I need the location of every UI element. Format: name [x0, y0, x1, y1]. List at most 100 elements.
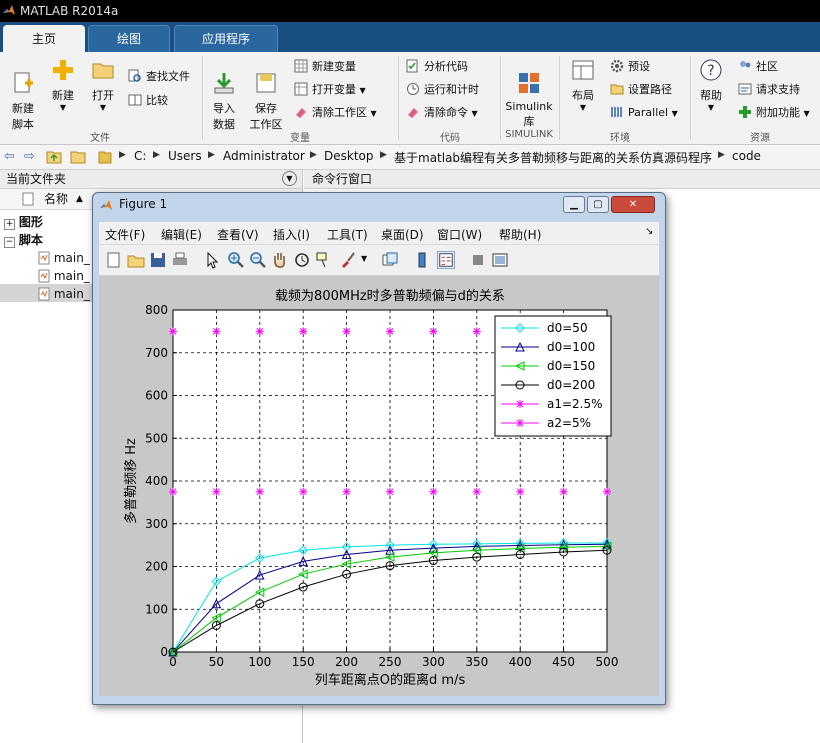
menu-insert[interactable]: 插入(I)	[273, 226, 310, 243]
layout-button[interactable]: 布局 ▼	[566, 58, 600, 112]
analyze-code-button[interactable]: 分析代码	[406, 58, 468, 76]
data-point	[386, 487, 394, 496]
legend[interactable]: d0=50 d0=100 d0=150 d0=200 a1=2.5% a2=5%	[494, 315, 612, 437]
help-button[interactable]: ? 帮助 ▼	[696, 58, 726, 112]
plus-icon	[53, 60, 73, 80]
simulink-library-button[interactable]: Simulink 库	[504, 58, 554, 129]
ribbon: 新建 脚本 新建 ▼ 打开 ▼ 查找文件 比较 文件 导入 数据 保存 工作区 新建…	[0, 52, 820, 145]
legend-icon[interactable]	[437, 251, 455, 269]
run-time-button[interactable]: 运行和计时	[406, 81, 479, 99]
new-figure-icon[interactable]	[105, 251, 123, 269]
new-script-button[interactable]: 新建 脚本	[6, 58, 40, 132]
path-segment[interactable]: 基于matlab编程有关多普勒频移与距离的关系仿真源码程序	[394, 149, 712, 166]
find-files-button[interactable]: 查找文件	[128, 68, 190, 86]
request-support-button[interactable]: 请求支持	[738, 81, 800, 99]
collapse-icon[interactable]: −	[4, 237, 15, 248]
up-folder-icon[interactable]	[46, 149, 62, 164]
menu-desktop[interactable]: 桌面(D)	[381, 226, 424, 243]
set-path-button[interactable]: 设置路径	[610, 81, 672, 99]
brush-icon[interactable]	[339, 251, 357, 269]
group-label-file: 文件	[90, 133, 110, 144]
dock-arrow-icon[interactable]: ↘	[645, 226, 653, 237]
show-plot-tools-icon[interactable]	[491, 251, 509, 269]
brush-dropdown-icon[interactable]: ▼	[361, 254, 367, 263]
compare-icon	[128, 94, 142, 106]
tree-group-label: 图形	[18, 215, 43, 229]
parallel-button[interactable]: Parallel ▼	[610, 104, 678, 122]
list-item[interactable]: main_	[38, 268, 90, 284]
group-label-simulink: SIMULINK	[505, 129, 553, 140]
path-segment[interactable]: Users	[168, 149, 202, 163]
grid-icon	[294, 82, 308, 96]
line-chart[interactable]: 0 50 100 150 200 250 300 350 400 450 500 0 100 200 30…	[99, 276, 659, 696]
new-button[interactable]: 新建 ▼	[46, 58, 80, 112]
tree-group-figures[interactable]: + 图形	[4, 214, 43, 230]
data-point	[212, 487, 221, 496]
open-button[interactable]: 打开 ▼	[86, 58, 120, 112]
menu-view[interactable]: 查看(V)	[217, 226, 259, 243]
close-button[interactable]: ✕	[611, 196, 655, 213]
save-workspace-button[interactable]: 保存 工作区	[246, 58, 286, 132]
menu-help[interactable]: 帮助(H)	[499, 226, 541, 243]
preferences-button[interactable]: 预设	[610, 58, 650, 76]
path-segment[interactable]: C:	[134, 149, 146, 163]
minimize-button[interactable]: ▁	[563, 196, 585, 213]
link-plot-icon[interactable]	[381, 251, 399, 269]
path-segment[interactable]: code	[732, 149, 761, 163]
forward-icon[interactable]: ⇨	[24, 149, 35, 164]
clear-workspace-button[interactable]: 清除工作区 ▼	[294, 104, 377, 122]
tab-plots[interactable]: 绘图	[88, 25, 170, 52]
print-icon[interactable]	[171, 251, 189, 269]
tree-group-scripts[interactable]: − 脚本	[4, 232, 43, 248]
menu-file[interactable]: 文件(F)	[105, 226, 145, 243]
maximize-button[interactable]: ▢	[587, 196, 609, 213]
browse-folder-icon[interactable]	[70, 149, 86, 164]
path-segment[interactable]: Administrator	[223, 149, 305, 163]
data-point	[299, 487, 308, 496]
open-file-icon[interactable]	[127, 251, 145, 269]
x-tick-label: 100	[248, 655, 271, 669]
save-icon[interactable]	[149, 251, 167, 269]
back-icon[interactable]: ⇦	[4, 149, 15, 164]
legend-marker	[516, 400, 524, 408]
data-cursor-icon[interactable]	[315, 251, 333, 269]
open-variable-button[interactable]: 打开变量 ▼	[294, 81, 366, 99]
expand-icon[interactable]: +	[4, 219, 15, 230]
request-support-label: 请求支持	[756, 83, 800, 96]
import-icon	[214, 73, 234, 94]
name-column-header[interactable]: 名称	[44, 189, 68, 209]
list-item[interactable]: main_	[38, 286, 90, 302]
pointer-icon[interactable]	[203, 251, 221, 269]
tab-apps[interactable]: 应用程序	[174, 25, 278, 52]
data-point	[212, 327, 221, 336]
colorbar-icon[interactable]	[413, 251, 431, 269]
pan-hand-icon[interactable]	[271, 251, 289, 269]
y-tick-label: 800	[145, 303, 168, 317]
path-segment[interactable]: Desktop	[324, 149, 374, 163]
panel-menu-icon[interactable]: ▼	[282, 171, 297, 186]
legend-label: d0=100	[547, 340, 595, 354]
clear-commands-button[interactable]: 清除命令 ▼	[406, 104, 478, 122]
new-variable-button[interactable]: 新建变量	[294, 58, 356, 76]
hide-plot-tools-icon[interactable]	[469, 251, 487, 269]
command-window-title: 命令行窗口	[312, 172, 373, 186]
compare-button[interactable]: 比较	[128, 92, 168, 110]
tab-home[interactable]: 主页	[3, 25, 85, 52]
data-point	[472, 327, 481, 336]
list-item[interactable]: main_	[38, 250, 90, 266]
data-point	[342, 487, 351, 496]
menu-window[interactable]: 窗口(W)	[437, 226, 482, 243]
import-data-button[interactable]: 导入 数据	[207, 58, 241, 132]
y-tick-label: 0	[160, 645, 168, 659]
analyze-icon	[406, 59, 418, 73]
community-button[interactable]: 社区	[738, 58, 778, 76]
zoom-out-icon[interactable]	[249, 251, 267, 269]
zoom-in-icon[interactable]	[227, 251, 245, 269]
legend-marker	[516, 419, 524, 427]
rotate-3d-icon[interactable]	[293, 251, 311, 269]
sort-icon[interactable]: ▲	[76, 189, 83, 209]
import-data-label: 导入 数据	[213, 102, 235, 131]
menu-tools[interactable]: 工具(T)	[327, 226, 368, 243]
addons-button[interactable]: 附加功能 ▼	[738, 104, 810, 122]
menu-edit[interactable]: 编辑(E)	[161, 226, 202, 243]
